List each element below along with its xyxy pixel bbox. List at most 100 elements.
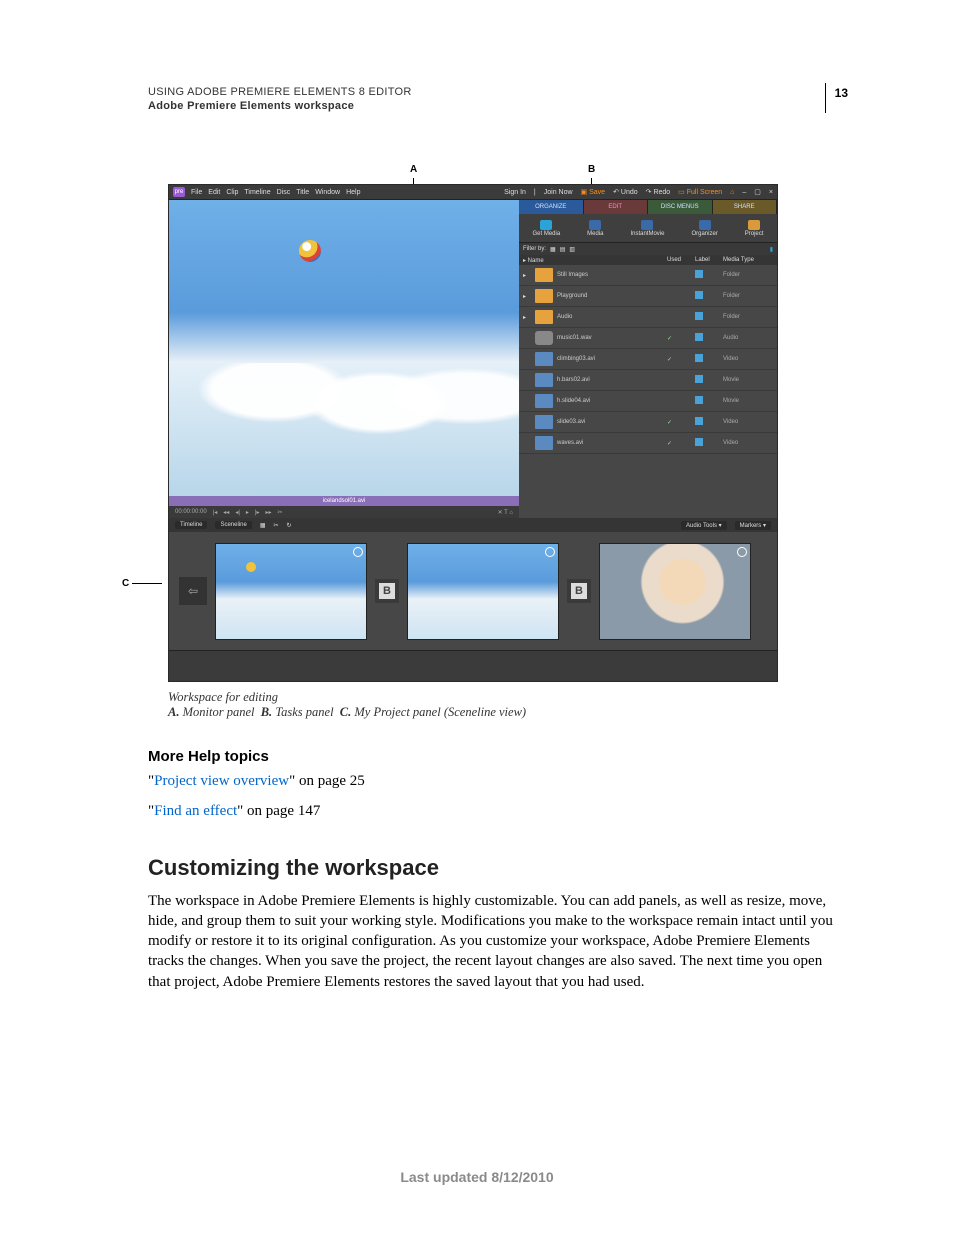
rewind-icon[interactable]: ◂◂ [223, 509, 229, 516]
thumbnail-icon [535, 415, 553, 429]
row-mediatype: Movie [723, 398, 773, 404]
col-used[interactable]: Used [667, 257, 691, 263]
table-row[interactable]: climbing03.avi✓Video [519, 349, 777, 370]
tab-disc-menus[interactable]: DISC MENUS [648, 200, 713, 214]
figure-caption: Workspace for editing A. Monitor panel B… [168, 690, 848, 720]
table-row[interactable]: ▸Still ImagesFolder [519, 265, 777, 286]
menu-window[interactable]: Window [315, 189, 340, 196]
menu-edit[interactable]: Edit [208, 189, 220, 196]
undo-button[interactable]: ↶ Undo [613, 188, 638, 196]
markers-menu[interactable]: Markers ▾ [735, 521, 771, 530]
magnify-icon[interactable] [545, 547, 555, 557]
fastfwd-icon[interactable]: ▸▸ [265, 509, 271, 516]
join-link[interactable]: Join Now [544, 189, 573, 196]
scene-tool-icon[interactable]: ✂ [273, 522, 278, 529]
scene-tool-icon[interactable]: ↻ [287, 522, 292, 529]
grab-frame-icon[interactable]: ✕ T ⌂ [498, 509, 513, 516]
view-timeline[interactable]: Timeline [175, 521, 207, 529]
tool-organizer[interactable]: Organizer [691, 220, 717, 237]
row-mediatype: Folder [723, 314, 773, 320]
tool-get-media[interactable]: Get Media [532, 220, 560, 237]
col-label[interactable]: Label [695, 257, 719, 263]
redo-button[interactable]: ↷ Redo [646, 188, 671, 196]
app-screenshot: pre File Edit Clip Timeline Disc Title W… [168, 184, 778, 682]
magnify-icon[interactable] [737, 547, 747, 557]
col-name[interactable]: ▸ Name [523, 257, 663, 264]
tool-instantmovie[interactable]: InstantMovie [630, 220, 664, 237]
chevron-right-icon[interactable]: ▸ [523, 314, 531, 321]
link-project-view-overview[interactable]: Project view overview [154, 773, 289, 789]
beach-ball-graphic [299, 240, 321, 262]
tool-media[interactable]: Media [587, 220, 603, 237]
thumbnail-icon [535, 331, 553, 345]
minimize-icon[interactable]: – [742, 189, 746, 196]
table-row[interactable]: ▸AudioFolder [519, 307, 777, 328]
menu-disc[interactable]: Disc [277, 189, 291, 196]
table-row[interactable]: music01.wav✓Audio [519, 328, 777, 349]
transition-slot[interactable]: B [567, 579, 591, 603]
signin-link[interactable]: Sign In [504, 189, 526, 196]
table-row[interactable]: h.slide04.aviMovie [519, 391, 777, 412]
menu-clip[interactable]: Clip [226, 189, 238, 196]
sceneline-prev-icon[interactable]: ⇦ [179, 577, 207, 605]
row-mediatype: Movie [723, 377, 773, 383]
row-mediatype: Audio [723, 335, 773, 341]
magnify-icon[interactable] [353, 547, 363, 557]
chevron-right-icon[interactable]: ▸ [523, 293, 531, 300]
fullscreen-button[interactable]: ▭ Full Screen [678, 188, 722, 196]
home-icon[interactable]: ⌂ [730, 189, 734, 196]
project-icon [748, 220, 760, 230]
sceneline-clip[interactable] [599, 543, 751, 640]
callout-A: A [410, 164, 417, 175]
tab-share[interactable]: SHARE [713, 200, 778, 214]
menu-bar: pre File Edit Clip Timeline Disc Title W… [169, 185, 777, 200]
table-row[interactable]: waves.avi✓Video [519, 433, 777, 454]
tab-organize[interactable]: ORGANIZE [519, 200, 584, 214]
sceneline-clip[interactable] [215, 543, 367, 640]
filter-detail-icon[interactable]: ▥ [569, 246, 575, 253]
col-mediatype[interactable]: Media Type [723, 257, 773, 263]
view-sceneline[interactable]: Sceneline [215, 521, 251, 529]
restore-icon[interactable]: ▢ [754, 188, 761, 196]
sceneline-clip[interactable] [407, 543, 559, 640]
help-link-line-2: "Find an effect" on page 147 [148, 801, 848, 821]
menu-timeline[interactable]: Timeline [244, 189, 270, 196]
play-icon[interactable]: ▸ [246, 509, 249, 516]
split-icon[interactable]: ✂ [278, 509, 283, 516]
last-updated-footer: Last updated 8/12/2010 [0, 1169, 954, 1185]
chevron-right-icon[interactable]: ▸ [523, 272, 531, 279]
table-row[interactable]: h.bars02.aviMovie [519, 370, 777, 391]
table-row[interactable]: slide03.avi✓Video [519, 412, 777, 433]
help-link-line-1: "Project view overview" on page 25 [148, 771, 848, 791]
row-label [695, 312, 719, 322]
save-button[interactable]: ▣ Save [581, 188, 606, 196]
row-name: Playground [557, 293, 663, 299]
step-fwd-icon[interactable]: |▸ [255, 509, 260, 516]
callout-B: B [588, 164, 595, 175]
menu-title[interactable]: Title [296, 189, 309, 196]
step-back-icon[interactable]: ◂| [235, 509, 240, 516]
section-heading: Customizing the workspace [148, 855, 848, 881]
project-columns-header: ▸ Name Used Label Media Type [519, 255, 777, 265]
link-find-an-effect[interactable]: Find an effect [154, 803, 237, 819]
goto-start-icon[interactable]: |◂ [213, 509, 218, 516]
row-name: climbing03.avi [557, 356, 663, 362]
transition-slot[interactable]: B [375, 579, 399, 603]
more-help-heading: More Help topics [148, 748, 848, 765]
tool-project[interactable]: Project [745, 220, 764, 237]
row-mediatype: Folder [723, 272, 773, 278]
filter-list-icon[interactable]: ▦ [550, 246, 556, 253]
new-item-icon[interactable]: ▮ [770, 246, 773, 253]
filter-thumb-icon[interactable]: ▤ [560, 246, 566, 253]
table-row[interactable]: ▸PlaygroundFolder [519, 286, 777, 307]
monitor-video-preview [169, 200, 519, 496]
tab-edit[interactable]: EDIT [584, 200, 649, 214]
row-label [695, 291, 719, 301]
menu-help[interactable]: Help [346, 189, 360, 196]
row-label [695, 396, 719, 406]
menu-file[interactable]: File [191, 189, 202, 196]
close-icon[interactable]: × [769, 189, 773, 196]
scene-tool-icon[interactable]: ▦ [260, 522, 266, 529]
running-header-line2: Adobe Premiere Elements workspace [148, 100, 848, 112]
audio-tools-menu[interactable]: Audio Tools ▾ [681, 521, 727, 530]
